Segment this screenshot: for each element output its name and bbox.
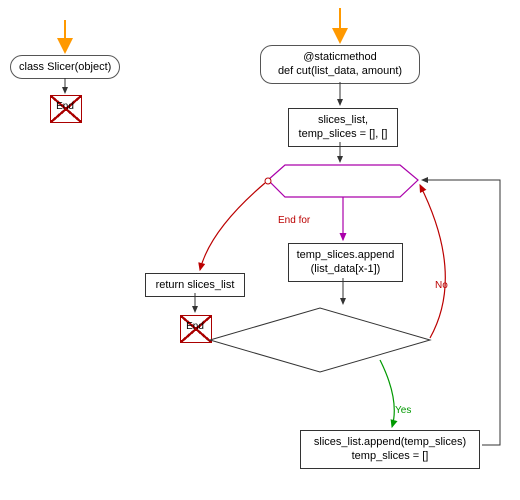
- loop-node-text: for x in range(1, len(list_data)+1): [280, 170, 410, 196]
- edge-append-slice-loop: [422, 180, 500, 445]
- class-def-text: class Slicer(object): [19, 61, 111, 73]
- append-slice-l1: slices_list.append(temp_slices): [314, 436, 466, 448]
- init-l2: temp_slices = [], []: [299, 128, 388, 140]
- method-def-l1: @staticmethod: [303, 51, 377, 63]
- method-def-l2: def cut(list_data, amount): [278, 65, 402, 77]
- end-for-label: End for: [278, 215, 310, 226]
- append-temp-node: temp_slices.append (list_data[x-1]): [288, 243, 403, 282]
- edge-decision-yes: [380, 360, 394, 427]
- decision-node-text: x % amount == 0 or x == len(list_data) ?: [230, 325, 410, 351]
- decision-l1: x % amount == 0 or x ==: [260, 325, 380, 337]
- loop-l2: len(list_data)+1): [305, 183, 384, 195]
- yes-label: Yes: [395, 405, 411, 416]
- end-label-2: End: [180, 321, 210, 332]
- decision-l2: len(list_data) ?: [284, 338, 356, 350]
- init-l1: slices_list,: [318, 114, 368, 126]
- loop-l1: for x in range(1,: [306, 170, 383, 182]
- return-text: return slices_list: [156, 279, 235, 291]
- append-slice-node: slices_list.append(temp_slices) temp_sli…: [300, 430, 480, 469]
- edge-decision-no: [420, 185, 445, 338]
- append-temp-l1: temp_slices.append: [297, 249, 395, 261]
- class-def-node: class Slicer(object): [10, 55, 120, 79]
- append-slice-l2: temp_slices = []: [352, 450, 429, 462]
- init-node: slices_list, temp_slices = [], []: [288, 108, 398, 147]
- edge-loop-exit: [200, 183, 265, 270]
- end-label-1: End: [50, 101, 80, 112]
- return-node: return slices_list: [145, 273, 245, 297]
- no-label: No: [435, 280, 448, 291]
- method-def-node: @staticmethod def cut(list_data, amount): [260, 45, 420, 84]
- append-temp-l2: (list_data[x-1]): [311, 263, 381, 275]
- loop-exit-circle: [265, 178, 271, 184]
